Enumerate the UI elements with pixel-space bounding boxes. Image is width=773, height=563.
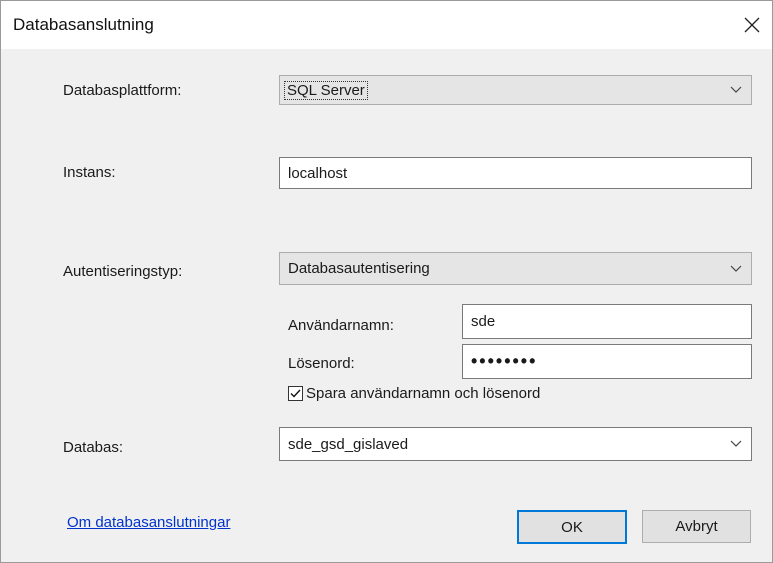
database-dropdown[interactable]: sde_gsd_gislaved [279, 427, 752, 461]
platform-value: SQL Server [284, 80, 368, 100]
chevron-down-icon [721, 428, 751, 460]
ok-button[interactable]: OK [517, 510, 627, 544]
database-value: sde_gsd_gislaved [288, 435, 409, 453]
platform-dropdown[interactable]: SQL Server [279, 75, 752, 105]
chevron-down-icon [721, 76, 751, 104]
username-input[interactable]: sde [462, 304, 752, 339]
save-credentials-checkbox[interactable]: Spara användarnamn och lösenord [288, 385, 540, 402]
database-connection-dialog: Databasanslutning Databasplattform: SQL … [0, 0, 773, 563]
auth-type-dropdown[interactable]: Databasautentisering [279, 252, 752, 285]
window-title: Databasanslutning [13, 15, 154, 34]
database-label: Databas: [63, 439, 124, 456]
save-credentials-label: Spara användarnamn och lösenord [306, 385, 541, 402]
chevron-down-icon [721, 253, 751, 284]
username-label: Användarnamn: [288, 317, 394, 334]
dialog-client-area: Databasplattform: SQL Server Instans: lo… [1, 49, 772, 562]
password-input[interactable]: •••••••• [462, 344, 752, 379]
checkbox-checked-icon [288, 386, 303, 401]
platform-label: Databasplattform: [63, 82, 182, 99]
cancel-button[interactable]: Avbryt [642, 510, 751, 543]
close-button[interactable] [732, 5, 772, 45]
instance-label: Instans: [63, 164, 116, 181]
title-bar: Databasanslutning [1, 1, 772, 49]
close-icon [744, 17, 760, 33]
auth-type-label: Autentiseringstyp: [63, 263, 183, 280]
password-label: Lösenord: [288, 355, 355, 372]
about-connections-link[interactable]: Om databasanslutningar [67, 514, 230, 531]
instance-input[interactable]: localhost [279, 157, 752, 189]
auth-type-value: Databasautentisering [288, 260, 430, 277]
